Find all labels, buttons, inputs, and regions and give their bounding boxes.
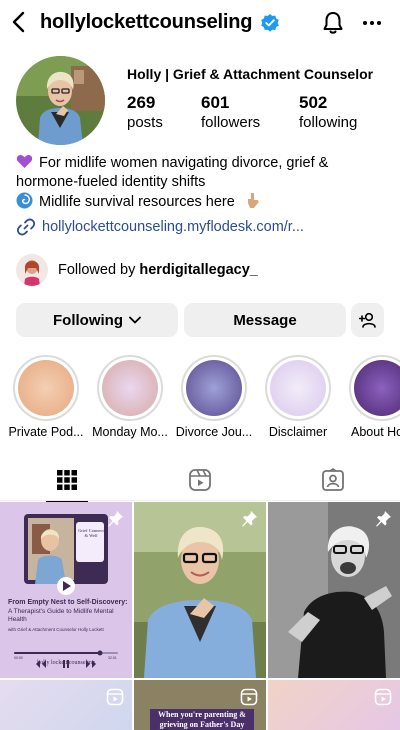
story-highlights: Private Pod... Monday Mo... Divorce Jou.… [0,355,400,445]
tagged-person-icon [321,468,344,491]
bio-line-1: For midlife women navigating divorce, gr… [16,153,386,173]
profile-username: hollylockettcounseling [40,11,253,33]
tab-reels[interactable] [133,459,266,501]
highlight-label: Disclaimer [268,425,328,439]
post-reel-3[interactable] [268,680,400,730]
highlight-ring [13,355,79,421]
portrait-photo [134,502,266,678]
following-count[interactable]: 502 following [299,93,357,131]
purple-heart-icon [16,154,33,168]
highlight-cover [102,360,158,416]
highlight-cover [354,360,400,416]
followers-count[interactable]: 601 followers [201,93,260,131]
reel-icon [240,688,258,706]
bio-line-2: hormone-fueled identity shifts [16,174,206,190]
podcast-title: From Empty Nest to Self-Discovery: [8,599,128,606]
highlight-cover [18,360,74,416]
profile-website-link[interactable]: hollylockettcounseling.myflodesk.com/r..… [16,217,304,237]
bio-text-3: Midlife survival resources here [39,194,235,210]
pointing-down-hand-icon [247,193,259,208]
reel-icon [374,688,392,706]
profile-avatar[interactable] [16,56,105,145]
reel-icon [106,688,124,706]
message-button-label: Message [233,311,297,329]
podcast-with: with Grief & Attachment Counselor Holly … [8,627,104,632]
podcast-cover-title: Grief Connect & Well [78,528,104,538]
profile-header: hollylockettcounseling [0,0,400,46]
profile-display-name: Holly | Grief & Attachment Counselor [127,66,374,82]
grid-icon [56,470,77,490]
back-arrow-icon[interactable] [8,10,30,34]
fathers-day-caption: When you're parenting & grieving on Fath… [150,709,254,730]
more-options-icon[interactable] [361,14,383,32]
add-person-icon [358,312,376,328]
bio-line-3: Midlife survival resources here [16,192,386,212]
verified-badge-icon [261,14,279,32]
following-count-label: following [299,114,358,131]
following-button[interactable]: Following [16,303,178,337]
follower-avatar [16,254,48,286]
profile-bio: For midlife women navigating divorce, gr… [16,153,386,212]
message-button[interactable]: Message [184,303,346,337]
following-button-label: Following [53,311,123,329]
highlight-label: About Ho [351,425,400,439]
post-reel-fathers-day[interactable]: When you're parenting & grieving on Fath… [134,680,266,730]
cyclone-icon [16,192,33,209]
following-count-value: 502 [299,93,328,112]
followed-by-prefix: Followed by [58,262,136,278]
profile-tabs [0,459,400,502]
posts-count-value: 269 [127,93,156,112]
link-icon [16,218,36,236]
highlight-ring [349,355,400,421]
podcast-subtitle: A Therapist's Guide to Midlife Mental He… [8,608,114,623]
suggested-users-button[interactable] [351,303,384,337]
highlight-cover [186,360,242,416]
post-photo-portrait[interactable] [134,502,266,678]
profile-website-text[interactable]: hollylockettcounseling.myflodesk.com/r..… [42,219,304,235]
chevron-down-icon [129,316,141,324]
highlight-label: Monday Mo... [92,425,168,439]
pin-icon [242,511,257,527]
post-photo-laughing[interactable] [268,502,400,678]
followed-by-user[interactable]: herdigitallegacy_ [139,262,257,278]
reels-icon [188,469,211,491]
tab-posts-grid[interactable] [0,459,133,502]
followed-by-row[interactable]: Followed by herdigitallegacy_ [16,254,258,286]
followers-count-label: followers [201,114,261,131]
bio-text-1: For midlife women navigating divorce, gr… [39,155,329,171]
highlight-label: Divorce Jou... [175,425,253,439]
highlight-label: Private Pod... [8,425,84,439]
post-reel-1[interactable] [0,680,132,730]
notifications-bell-icon[interactable] [321,10,345,36]
laughing-photo [268,502,400,678]
post-podcast[interactable]: Grief Connect & Well From Empty Nest to … [0,502,132,678]
posts-count[interactable]: 269 posts [127,93,163,131]
pin-icon [376,511,391,527]
highlight-ring [181,355,247,421]
podcast-cover-image [14,514,118,668]
highlight-ring [97,355,163,421]
followers-count-value: 601 [201,93,230,112]
tab-tagged[interactable] [266,459,399,501]
highlight-cover [270,360,326,416]
highlight-ring [265,355,331,421]
pin-icon [108,511,123,527]
posts-count-label: posts [127,114,163,131]
podcast-brand: holly lockett counseling [37,660,95,666]
